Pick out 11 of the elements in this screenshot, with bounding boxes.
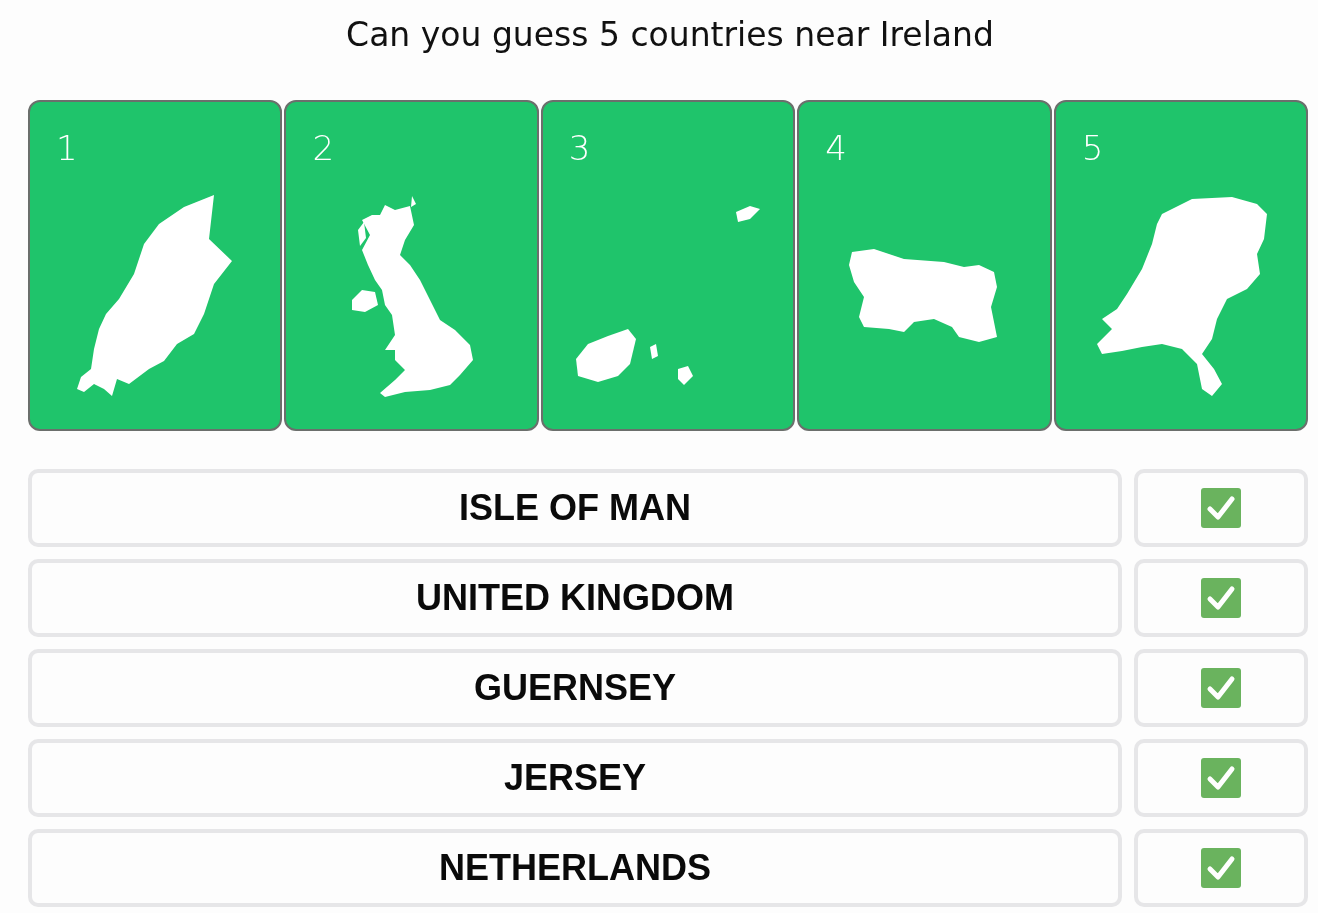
answer-field[interactable]: JERSEY bbox=[28, 739, 1122, 817]
card-number: 1 bbox=[56, 128, 78, 168]
quiz-title: Can you guess 5 countries near Ireland bbox=[345, 14, 994, 56]
card-number: 5 bbox=[1081, 128, 1104, 168]
answer-field[interactable]: GUERNSEY bbox=[28, 649, 1122, 727]
card-number: 4 bbox=[825, 128, 847, 168]
card-number: 3 bbox=[568, 128, 591, 168]
answer-field[interactable]: ISLE OF MAN bbox=[28, 469, 1122, 547]
answer-field[interactable]: NETHERLANDS bbox=[28, 829, 1122, 907]
answer-field[interactable]: UNITED KINGDOM bbox=[28, 559, 1122, 637]
card-number: 2 bbox=[312, 128, 335, 168]
